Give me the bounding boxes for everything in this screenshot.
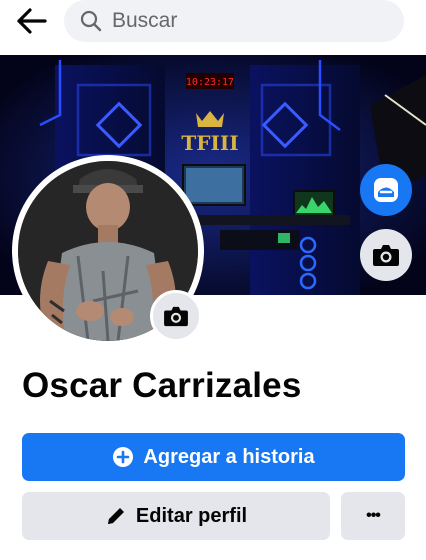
top-bar bbox=[0, 0, 426, 44]
search-bar[interactable] bbox=[64, 0, 404, 42]
profile-page: 10:23:17 TFIII bbox=[0, 0, 426, 560]
avatar-camera-button[interactable] bbox=[150, 290, 202, 342]
plus-circle-icon bbox=[113, 447, 134, 467]
profile-name: Oscar Carrizales bbox=[22, 366, 302, 405]
pencil-icon bbox=[107, 508, 124, 524]
cover-clock-text: 10:23:17 bbox=[186, 77, 234, 88]
add-story-button[interactable]: Agregar a historia bbox=[22, 433, 405, 481]
avatar-frame-button[interactable] bbox=[360, 164, 412, 216]
arrow-left-icon bbox=[17, 8, 47, 34]
add-story-label: Agregar a historia bbox=[143, 445, 315, 468]
edit-profile-button[interactable]: Editar perfil bbox=[22, 492, 330, 540]
more-dots-icon: ••• bbox=[366, 507, 381, 524]
more-options-button[interactable]: ••• bbox=[341, 492, 405, 540]
camera-icon bbox=[164, 306, 188, 327]
search-icon bbox=[80, 10, 102, 32]
edit-profile-label: Editar perfil bbox=[135, 504, 248, 527]
cover-camera-button[interactable] bbox=[360, 229, 412, 281]
camera-icon bbox=[373, 245, 399, 266]
back-button[interactable] bbox=[14, 6, 50, 36]
cover-logo-text: TFIII bbox=[181, 131, 238, 155]
search-input[interactable] bbox=[112, 9, 352, 33]
avatar-frame-icon bbox=[374, 178, 398, 202]
